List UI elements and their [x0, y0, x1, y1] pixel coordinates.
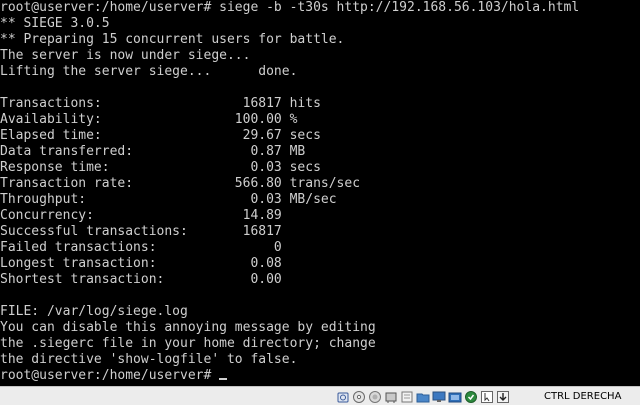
terminal-line: Transaction rate: 566.80 trans/sec [0, 176, 361, 191]
terminal-line: Availability: 100.00 % [0, 112, 298, 127]
terminal-line: the .siegerc file in your home directory… [0, 336, 376, 351]
terminal-line: the directive 'show-logfile' to false. [0, 352, 298, 367]
terminal-line: Data transferred: 0.87 MB [0, 144, 306, 159]
terminal-line: Transactions: 16817 hits [0, 96, 321, 111]
terminal-line: You can disable this annoying message by… [0, 320, 376, 335]
virtualization-icon[interactable] [464, 390, 478, 404]
terminal-console[interactable]: root@userver:/home/userver# siege -b -t3… [0, 0, 640, 386]
optical-drive-icon[interactable] [352, 390, 366, 404]
shared-folders-icon[interactable] [416, 390, 430, 404]
terminal-line: Lifting the server siege... done. [0, 64, 298, 79]
terminal-line: Failed transactions: 0 [0, 240, 282, 255]
terminal-line: Elapsed time: 29.67 secs [0, 128, 321, 143]
host-key-label: CTRL DERECHA [544, 391, 622, 402]
video-capture-icon[interactable] [448, 390, 462, 404]
terminal-line: ** Preparing 15 concurrent users for bat… [0, 32, 345, 47]
terminal-line: FILE: /var/log/siege.log [0, 304, 188, 319]
terminal-line: Shortest transaction: 0.00 [0, 272, 282, 287]
display-icon[interactable] [432, 390, 446, 404]
device-icons [336, 389, 512, 404]
hard-disk-icon[interactable] [336, 390, 350, 404]
network-icon[interactable] [384, 390, 398, 404]
terminal-line: Response time: 0.03 secs [0, 160, 321, 175]
terminal-line: root@userver:/home/userver# siege -b -t3… [0, 0, 580, 15]
terminal-line: Longest transaction: 0.08 [0, 256, 282, 271]
vm-status-bar: CTRL DERECHA [0, 386, 640, 405]
terminal-line: Successful transactions: 16817 [0, 224, 282, 239]
download-arrow-icon[interactable] [496, 390, 510, 404]
terminal-line: The server is now under siege... [0, 48, 251, 63]
usb-icon[interactable] [400, 390, 414, 404]
text-cursor [219, 378, 228, 380]
command-prompt[interactable]: root@userver:/home/userver# [0, 368, 640, 384]
audio-icon[interactable] [368, 390, 382, 404]
vm-screen: root@userver:/home/userver# siege -b -t3… [0, 0, 640, 405]
terminal-line: ** SIEGE 3.0.5 [0, 16, 110, 31]
prompt-text: root@userver:/home/userver# [0, 368, 220, 383]
terminal-line: Throughput: 0.03 MB/sec [0, 192, 337, 207]
mouse-integration-icon[interactable] [480, 390, 494, 404]
terminal-line: Concurrency: 14.89 [0, 208, 282, 223]
